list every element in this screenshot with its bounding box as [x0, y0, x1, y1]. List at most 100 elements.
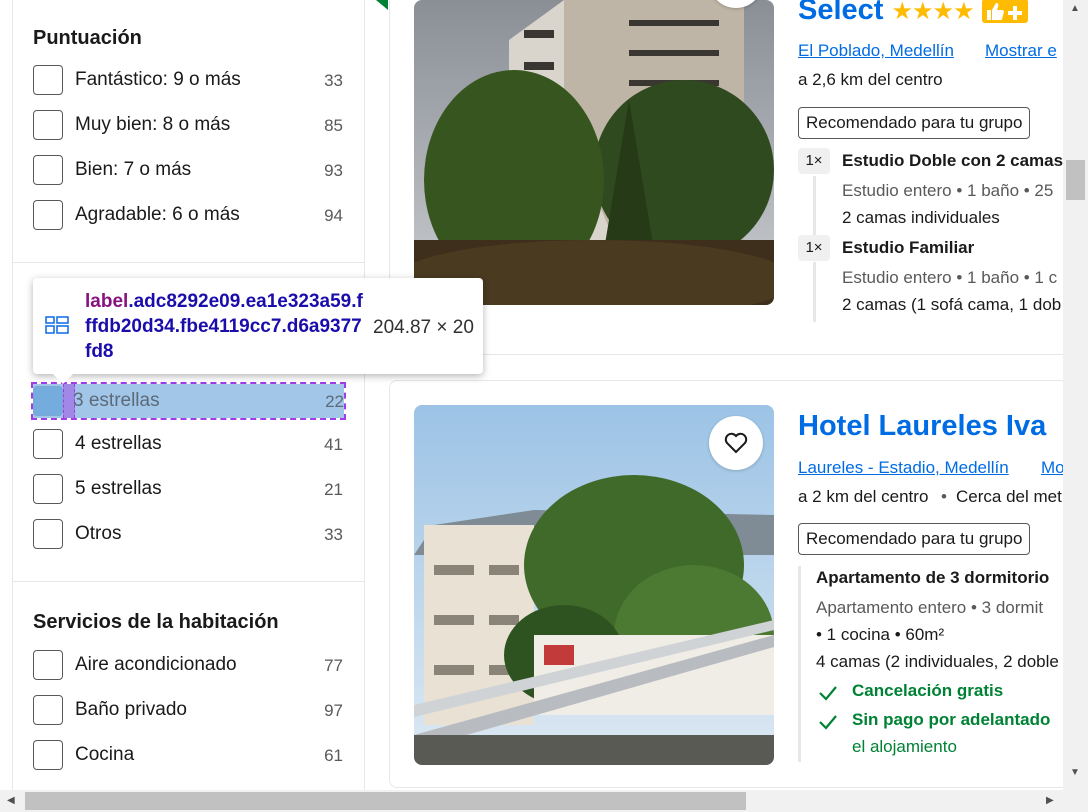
- room-group-title: Servicios de la habitación: [33, 611, 279, 633]
- room-name: Estudio Doble con 2 camas: [842, 151, 1064, 170]
- hotel-title-link[interactable]: Select ★★★★: [798, 0, 1028, 27]
- grid-layout-icon: [45, 316, 69, 334]
- room-name: Apartamento de 3 dormitorio: [816, 568, 1050, 587]
- separator-dot: •: [941, 487, 947, 506]
- scroll-right-arrow-icon[interactable]: ▶: [1046, 796, 1054, 806]
- save-favorite-button[interactable]: [709, 416, 763, 470]
- filter-count: 93: [324, 161, 343, 180]
- nearby-text: Cerca del met: [956, 487, 1062, 506]
- room-name: Estudio Familiar: [842, 238, 975, 257]
- no-prepayment-subtext: el alojamiento: [852, 737, 957, 756]
- filter-count: 61: [324, 746, 343, 765]
- horizontal-scrollbar-thumb[interactable]: [25, 792, 746, 810]
- room-quantity: 1×: [798, 148, 830, 174]
- recommended-badge: Recomendado para tu grupo: [798, 523, 1031, 555]
- filter-count: 22: [325, 392, 344, 411]
- hotel-photo[interactable]: [414, 0, 774, 305]
- scroll-up-arrow-icon[interactable]: ▲: [1070, 4, 1080, 14]
- room-details: Estudio entero • 1 baño • 25: [842, 181, 1054, 200]
- filter-bano-privado[interactable]: Baño privado 97: [33, 693, 343, 727]
- room-details: Apartamento entero • 3 dormit: [816, 598, 1044, 617]
- tooltip-element-selector: label.adc8292e09.ea1e323a59.fffdb20d34.f…: [85, 291, 363, 362]
- checkmark-icon: [819, 686, 837, 701]
- distance-text: a 2 km del centro: [798, 487, 929, 506]
- building-photo: [414, 0, 774, 305]
- rating-filter-group: Puntuación Fantástico: 9 o más 33 Muy bi…: [13, 0, 364, 262]
- room-beds: 2 camas individuales: [842, 208, 1000, 227]
- filter-label: 5 estrellas: [75, 478, 162, 499]
- show-on-map-link[interactable]: Mo: [1041, 458, 1065, 478]
- free-cancellation-text: Cancelación gratis: [852, 681, 1004, 700]
- checkmark-icon: [819, 715, 837, 730]
- filter-count: 21: [324, 480, 343, 499]
- filter-3-estrellas[interactable]: 3 estrellas 22: [31, 382, 346, 420]
- preferred-partner-badge: [981, 0, 1028, 24]
- scroll-left-arrow-icon[interactable]: ◀: [7, 796, 15, 806]
- filter-count: 33: [324, 71, 343, 90]
- green-corner-marker: [376, 0, 388, 10]
- filter-fantastico[interactable]: Fantástico: 9 o más 33: [33, 63, 343, 97]
- filters-sidebar: Puntuación Fantástico: 9 o más 33 Muy bi…: [12, 0, 365, 790]
- room-facilities-group: Servicios de la habitación Aire acondici…: [13, 582, 364, 790]
- room-details: • 1 cocina • 60m²: [816, 625, 945, 644]
- filter-label: Fantástico: 9 o más: [75, 69, 241, 90]
- rating-group-title: Puntuación: [33, 27, 142, 49]
- filter-label: Agradable: 6 o más: [75, 204, 240, 225]
- filter-label: Bien: 7 o más: [75, 159, 192, 180]
- vertical-scrollbar[interactable]: [1063, 0, 1088, 790]
- filter-label: Muy bien: 8 o más: [75, 114, 231, 135]
- room-connector-line: [798, 566, 801, 762]
- filter-4-estrellas[interactable]: 4 estrellas 41: [33, 427, 343, 461]
- thumbs-up-plus-icon: [986, 3, 1022, 21]
- hotel-location-link[interactable]: Laureles - Estadio, Medellín: [798, 458, 1009, 478]
- filter-label: Cocina: [75, 744, 135, 765]
- checkbox[interactable]: [33, 695, 63, 725]
- hotel-title-link[interactable]: Hotel Laureles Iva: [798, 410, 1046, 443]
- filter-count: 85: [324, 116, 343, 135]
- checkbox[interactable]: [33, 740, 63, 770]
- vertical-scrollbar-thumb[interactable]: [1066, 160, 1085, 200]
- filter-aire-acondicionado[interactable]: Aire acondicionado 77: [33, 648, 343, 682]
- filter-otros[interactable]: Otros 33: [33, 517, 343, 551]
- tooltip-element-size: 204.87 × 20: [373, 317, 474, 338]
- filter-label: Otros: [75, 523, 122, 544]
- star-rating: ★★★★: [891, 0, 975, 25]
- filter-label: 4 estrellas: [75, 433, 162, 454]
- room-beds: 4 camas (2 individuales, 2 doble: [816, 652, 1059, 671]
- filter-bien[interactable]: Bien: 7 o más 93: [33, 153, 343, 187]
- filter-count: 77: [324, 656, 343, 675]
- scroll-down-arrow-icon[interactable]: ▼: [1070, 768, 1080, 778]
- hotel-location-link[interactable]: El Poblado, Medellín: [798, 41, 954, 61]
- room-beds: 2 camas (1 sofá cama, 1 dob: [842, 295, 1062, 314]
- filter-label: Aire acondicionado: [75, 654, 237, 675]
- filter-5-estrellas[interactable]: 5 estrellas 21: [33, 472, 343, 506]
- checkbox[interactable]: [33, 110, 63, 140]
- page: Puntuación Fantástico: 9 o más 33 Muy bi…: [0, 0, 1088, 812]
- room-connector-line: [813, 262, 816, 322]
- heart-icon: [724, 432, 748, 454]
- filter-muy-bien[interactable]: Muy bien: 8 o más 85: [33, 108, 343, 142]
- checkbox[interactable]: [33, 65, 63, 95]
- room-quantity: 1×: [798, 235, 830, 261]
- no-prepayment-text: Sin pago por adelantado: [852, 710, 1051, 729]
- distance-text: a 2,6 km del centro: [798, 70, 943, 89]
- show-on-map-link[interactable]: Mostrar e: [985, 41, 1057, 61]
- checkbox[interactable]: [33, 386, 63, 416]
- filter-count: 33: [324, 525, 343, 544]
- checkbox[interactable]: [33, 650, 63, 680]
- filter-agradable[interactable]: Agradable: 6 o más 94: [33, 198, 343, 232]
- filter-label: 3 estrellas: [73, 390, 160, 411]
- checkbox[interactable]: [33, 429, 63, 459]
- checkbox[interactable]: [33, 200, 63, 230]
- devtools-inspect-tooltip: label.adc8292e09.ea1e323a59.fffdb20d34.f…: [33, 278, 483, 384]
- filter-count: 41: [324, 435, 343, 454]
- recommended-badge: Recomendado para tu grupo: [798, 107, 1031, 139]
- filter-count: 97: [324, 701, 343, 720]
- checkbox[interactable]: [33, 474, 63, 504]
- room-connector-line: [813, 176, 816, 238]
- checkbox[interactable]: [33, 519, 63, 549]
- filter-label: Baño privado: [75, 699, 187, 720]
- filter-cocina[interactable]: Cocina 61: [33, 738, 343, 772]
- checkbox[interactable]: [33, 155, 63, 185]
- room-details: Estudio entero • 1 baño • 1 c: [842, 268, 1058, 287]
